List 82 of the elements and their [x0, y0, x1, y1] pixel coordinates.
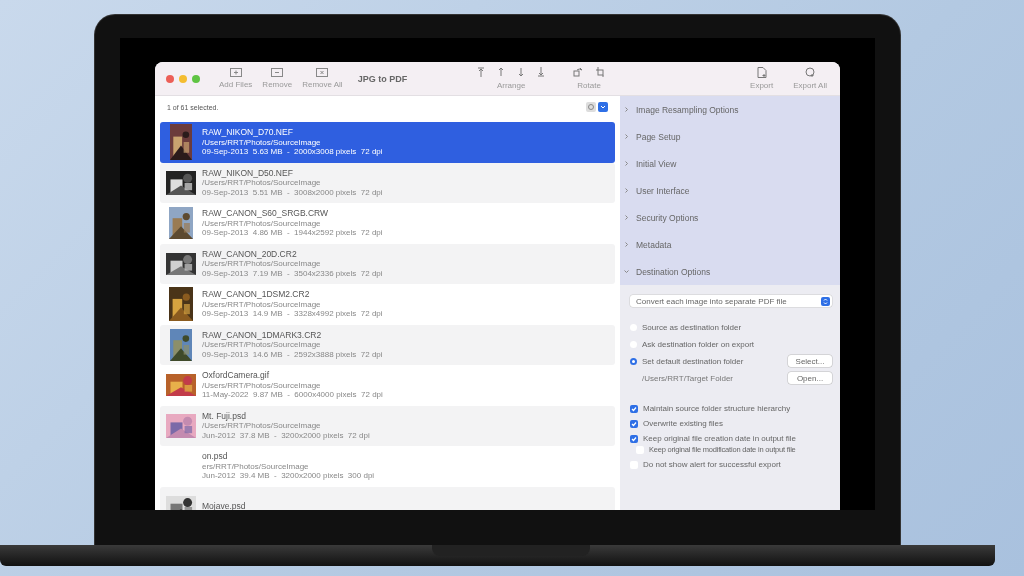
chevron-right-icon [624, 215, 629, 220]
file-name: RAW_CANON_S60_SRGB.CRW [202, 209, 330, 219]
x-icon [316, 68, 329, 77]
file-path: /Users/RRT/Photos/SourceImage [202, 299, 322, 310]
rotate-label: Rotate [577, 81, 601, 90]
section-header[interactable]: Destination Options [620, 258, 840, 285]
file-path: /Users/RRT/Photos/SourceImage [202, 421, 322, 431]
radio-option[interactable]: Set default destination folder [630, 356, 744, 366]
close-button[interactable] [166, 74, 174, 83]
file-name: Mojave.psd [202, 501, 246, 510]
file-path: /Users/RRT/Photos/SourceImage [202, 259, 322, 269]
radio-option[interactable]: Ask destination folder on export [630, 339, 755, 349]
section-header[interactable]: Security Options [620, 204, 840, 231]
circle-icon [805, 67, 816, 78]
file-details: 09-Sep-2013 4.86 MB - 1944x2592 pixels 72 dpi [202, 228, 383, 238]
select-button[interactable]: Select... [788, 355, 832, 367]
view-toggle-button[interactable] [586, 102, 596, 112]
section-header[interactable]: Metadata [620, 231, 840, 258]
file-path: /Users/RRT/Photos/SourceImage [202, 340, 322, 350]
file-row[interactable]: Mojave.psd [160, 486, 615, 510]
file-name: RAW_CANON_1DMARK3.CR2 [202, 330, 323, 341]
folder-path: /Users/RRT/Target Folder [641, 373, 733, 383]
section-header[interactable]: Image Resampling Options [620, 96, 840, 123]
section-header[interactable]: Page Setup [620, 123, 840, 150]
chevron-down-icon [624, 269, 629, 274]
file-name: Mt. Fuji.psd [202, 411, 247, 422]
file-details: 09-Sep-2013 5.63 MB - 2000x3008 pixels 72 dpi [202, 147, 383, 157]
radio-option[interactable]: Source as destination folder [630, 322, 742, 332]
file-details: 09-Sep-2013 5.51 MB - 3008x2000 pixels 72 dpi [202, 187, 383, 197]
chevron-right-icon [624, 188, 629, 193]
move-bottom-icon[interactable] [537, 67, 546, 77]
file-name: RAW_NIKON_D70.NEF [202, 128, 294, 138]
checkbox-option[interactable]: Keep original file creation date in output file [630, 434, 832, 443]
file-path: /Users/RRT/Photos/SourceImage [202, 137, 322, 148]
file-name: OxfordCamera.gif [202, 371, 271, 381]
chevron-right-icon [624, 161, 629, 166]
checkmark-icon [631, 420, 637, 427]
file-row[interactable]: RAW_CANON_1DMARK3.CR2 /Users/RRT/Photos/SourceImage 09-Sep-2013 14.6 MB - 2592x3888 pixels 72 dpi [160, 324, 615, 365]
arrow-up-icon[interactable] [497, 67, 506, 77]
section-header[interactable]: User Interface [620, 177, 840, 204]
add-icon [229, 68, 242, 77]
file-details: 09-Sep-2013 7.19 MB - 3504x2336 pixels 72 dpi [202, 268, 383, 278]
chevron-down-icon [600, 104, 606, 110]
file-name: RAW_CANON_20D.CR2 [202, 249, 298, 260]
chevron-right-icon [624, 242, 629, 247]
rotate-left-icon[interactable] [573, 67, 584, 77]
file-details: 09-Sep-2013 14.9 MB - 3328x4992 pixels 72 dpi [202, 309, 383, 319]
move-top-icon[interactable] [477, 67, 486, 77]
file-name: RAW_CANON_1DSM2.CR2 [202, 290, 311, 300]
zoom-button[interactable] [192, 74, 200, 83]
dropdown-button[interactable] [598, 102, 608, 112]
file-row[interactable]: RAW_NIKON_D50.NEF /Users/RRT/Photos/SourceImage 09-Sep-2013 5.51 MB - 3008x2000 pixels 72 dpi [160, 162, 615, 203]
checkbox-option[interactable]: Overwrite existing files [630, 419, 832, 428]
checkbox-option[interactable]: Maintain source folder structure hierarchy [630, 404, 832, 413]
file-path: /Users/RRT/Photos/SourceImage [202, 380, 322, 391]
file-path: /Users/RRT/Photos/SourceImage [202, 178, 322, 188]
window-title: JPG to PDF [357, 73, 408, 84]
minus-icon [271, 68, 284, 77]
file-name: RAW_NIKON_D50.NEF [202, 168, 294, 179]
file-row[interactable]: RAW_CANON_20D.CR2 /Users/RRT/Photos/SourceImage 09-Sep-2013 7.19 MB - 3504x2336 pixels 72 dpi [160, 243, 615, 284]
stepper-icon [821, 296, 830, 306]
checkbox-option[interactable]: Do not show alert for successful export [630, 460, 832, 469]
file-path: /Users/RRT/Photos/SourceImage [202, 218, 322, 229]
section-header[interactable]: Initial View [620, 150, 840, 177]
circle-icon [588, 104, 594, 110]
open-button[interactable]: Open... [788, 372, 832, 384]
mode-dropdown[interactable]: Convert each image into separate PDF file [630, 295, 832, 307]
file-row[interactable]: Mt. Fuji.psd /Users/RRT/Photos/SourceImage Jun-2012 37.8 MB - 3200x2000 pixels 72 dpi [160, 405, 615, 446]
arrow-down-icon[interactable] [517, 67, 526, 77]
arrange-label: Arrange [496, 81, 526, 90]
document-icon [756, 67, 767, 78]
chevron-right-icon [624, 107, 629, 112]
checkmark-icon [631, 435, 637, 442]
file-path: ers/RRT/Photos/SourceImage [202, 461, 310, 472]
checkmark-icon [631, 405, 637, 412]
file-details: Jun-2012 39.4 MB - 3200x2000 pixels 300 dpi [202, 471, 375, 481]
file-row[interactable]: RAW_NIKON_D70.NEF /Users/RRT/Photos/SourceImage 09-Sep-2013 5.63 MB - 2000x3008 pixels 72 dpi [160, 122, 615, 163]
file-details: 09-Sep-2013 14.6 MB - 2592x3888 pixels 72 dpi [202, 349, 383, 359]
file-details: Jun-2012 37.8 MB - 3200x2000 pixels 72 dpi [202, 430, 370, 440]
file-details: 11-May-2022 9.87 MB - 6000x4000 pixels 72 dpi [202, 390, 383, 400]
chevron-right-icon [624, 134, 629, 139]
file-name: on.psd [202, 452, 229, 462]
